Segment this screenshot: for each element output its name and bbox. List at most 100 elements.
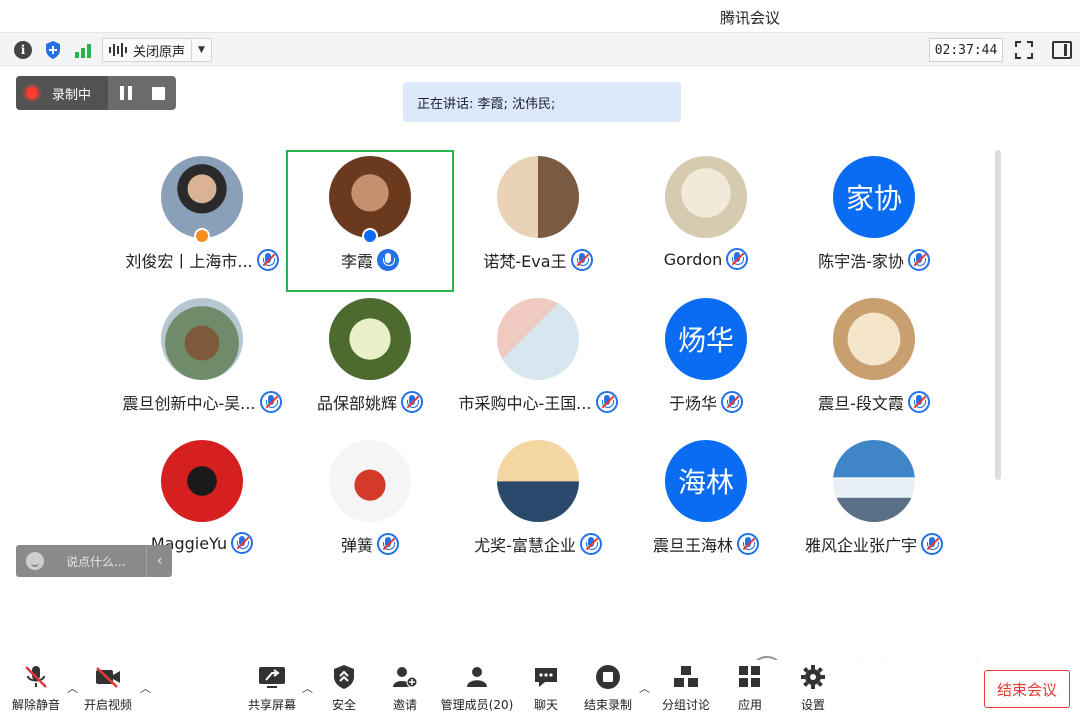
- participant-tile[interactable]: 尤奖-富慧企业: [454, 434, 622, 576]
- fullscreen-icon[interactable]: [1014, 40, 1034, 60]
- chevron-up-icon[interactable]: ︿: [140, 680, 151, 696]
- apps-button[interactable]: 应用: [718, 664, 782, 718]
- avatar[interactable]: [497, 156, 579, 238]
- participant-name: 陈宇浩-家协: [818, 252, 904, 271]
- participant-name-row: Gordon: [622, 248, 790, 270]
- unmute-label: 解除静音: [11, 698, 60, 712]
- participant-name: 震旦创新中心-吴...: [122, 394, 256, 413]
- avatar[interactable]: [329, 298, 411, 380]
- chat-button[interactable]: 聊天: [514, 664, 578, 718]
- share-screen-icon: [258, 664, 286, 690]
- participant-name-row: 震旦王海林: [622, 532, 790, 556]
- add-user-icon: [391, 664, 419, 690]
- settings-label: 设置: [800, 698, 825, 712]
- chat-panel[interactable]: 说点什么... ‹: [16, 545, 172, 577]
- participant-name-row: 尤奖-富慧企业: [454, 532, 622, 556]
- grid-scrollbar[interactable]: [995, 150, 1001, 480]
- participant-name: 市采购中心-王国...: [458, 394, 592, 413]
- mic-muted-icon: [721, 391, 743, 413]
- participant-name-row: 诺梵-Eva王: [454, 248, 622, 272]
- participant-tile[interactable]: 品保部姚辉: [286, 292, 454, 434]
- share-screen-label: 共享屏幕: [247, 698, 296, 712]
- avatar[interactable]: [497, 298, 579, 380]
- participant-tile[interactable]: 炀华 于炀华: [622, 292, 790, 434]
- participant-tile[interactable]: 雅风企业张广宇: [790, 434, 958, 576]
- camera-off-icon: [94, 664, 122, 690]
- avatar[interactable]: [665, 156, 747, 238]
- participant-tile[interactable]: 震旦创新中心-吴...: [118, 292, 286, 434]
- chat-input[interactable]: 说点什么...: [66, 553, 125, 570]
- security-button[interactable]: 安全: [312, 664, 376, 718]
- signal-strength-icon[interactable]: [72, 39, 94, 61]
- participant-tile[interactable]: 震旦-段文霞: [790, 292, 958, 434]
- emoji-icon[interactable]: [26, 552, 44, 570]
- participant-name-row: 雅风企业张广宇: [790, 532, 958, 556]
- sidebar-toggle-icon[interactable]: [1052, 41, 1072, 59]
- unmute-button[interactable]: 解除静音: [4, 664, 68, 718]
- apps-grid-icon: [736, 664, 764, 690]
- mic-muted-icon: [231, 532, 254, 554]
- share-screen-button[interactable]: 共享屏幕: [240, 664, 304, 718]
- end-recording-label: 结束录制: [583, 698, 632, 712]
- participant-name: 品保部姚辉: [316, 394, 397, 413]
- chat-bubble-icon: [532, 664, 560, 690]
- avatar[interactable]: [833, 298, 915, 380]
- participant-tile[interactable]: 市采购中心-王国...: [454, 292, 622, 434]
- participant-name-row: 于炀华: [622, 390, 790, 414]
- mic-off-icon: [22, 664, 50, 690]
- chevron-down-icon[interactable]: ▼: [191, 39, 211, 61]
- start-video-button[interactable]: 开启视频: [76, 664, 140, 718]
- participant-tile[interactable]: 弹簧: [286, 434, 454, 576]
- participant-tile[interactable]: 刘俊宏丨上海市...: [118, 150, 286, 292]
- mic-muted-icon: [921, 533, 943, 555]
- avatar[interactable]: 海林: [665, 440, 747, 522]
- avatar[interactable]: 炀华: [665, 298, 747, 380]
- invite-button[interactable]: 邀请: [373, 664, 437, 718]
- recording-panel: 录制中: [16, 76, 176, 110]
- chevron-up-icon[interactable]: ︿: [639, 680, 650, 696]
- mic-muted-icon: [726, 248, 749, 270]
- avatar[interactable]: [329, 156, 411, 238]
- avatar[interactable]: [833, 440, 915, 522]
- mic-muted-icon: [737, 533, 759, 555]
- participant-tile[interactable]: Gordon: [622, 150, 790, 292]
- participant-name-row: 震旦-段文霞: [790, 390, 958, 414]
- breakout-button[interactable]: 分组讨论: [654, 664, 718, 718]
- participant-name: 雅风企业张广宇: [804, 536, 917, 555]
- title-bar: 腾讯会议: [0, 0, 1080, 32]
- avatar[interactable]: [329, 440, 411, 522]
- apps-label: 应用: [737, 698, 762, 712]
- mic-muted-icon: [570, 249, 593, 271]
- participant-tile[interactable]: 家协陈宇浩-家协: [790, 150, 958, 292]
- participant-name-row: 弹簧: [286, 532, 454, 556]
- info-icon[interactable]: i: [12, 39, 34, 61]
- pause-icon[interactable]: [120, 86, 132, 100]
- settings-button[interactable]: 设置: [781, 664, 845, 718]
- participant-name-row: 陈宇浩-家协: [790, 248, 958, 272]
- avatar[interactable]: [161, 440, 243, 522]
- participant-tile[interactable]: 海林 震旦王海林: [622, 434, 790, 576]
- breakout-label: 分组讨论: [661, 698, 710, 712]
- security-label: 安全: [331, 698, 356, 712]
- manage-members-button[interactable]: 管理成员(20): [438, 664, 516, 718]
- avatar[interactable]: [497, 440, 579, 522]
- top-toolbar: i 关闭原声 ▼ 02:37:44: [0, 32, 1080, 66]
- avatar[interactable]: 家协: [833, 156, 915, 238]
- chevron-left-icon[interactable]: ‹: [146, 545, 172, 577]
- avatar[interactable]: [161, 298, 243, 380]
- speaking-banner: 正在讲话: 李霞; 沈伟民;: [403, 82, 681, 122]
- avatar[interactable]: [161, 156, 243, 238]
- bottom-toolbar: 解除静音 ︿ 开启视频 ︿ 共享屏幕 ︿ 安全 邀请 管理成员(20) 聊天 结…: [0, 660, 1080, 718]
- participant-tile[interactable]: 诺梵-Eva王: [454, 150, 622, 292]
- end-recording-button[interactable]: 结束录制: [576, 664, 640, 718]
- participant-name: 震旦-段文霞: [818, 394, 904, 413]
- original-sound-button[interactable]: 关闭原声 ▼: [102, 38, 212, 62]
- stop-icon[interactable]: [152, 86, 165, 100]
- security-shield-icon: [330, 664, 358, 690]
- start-video-label: 开启视频: [83, 698, 132, 712]
- mic-muted-icon: [401, 391, 423, 413]
- participant-tile[interactable]: 李霞: [286, 150, 454, 292]
- end-meeting-button[interactable]: 结束会议: [984, 670, 1070, 708]
- shield-icon[interactable]: [42, 39, 64, 61]
- gear-icon: [799, 664, 827, 690]
